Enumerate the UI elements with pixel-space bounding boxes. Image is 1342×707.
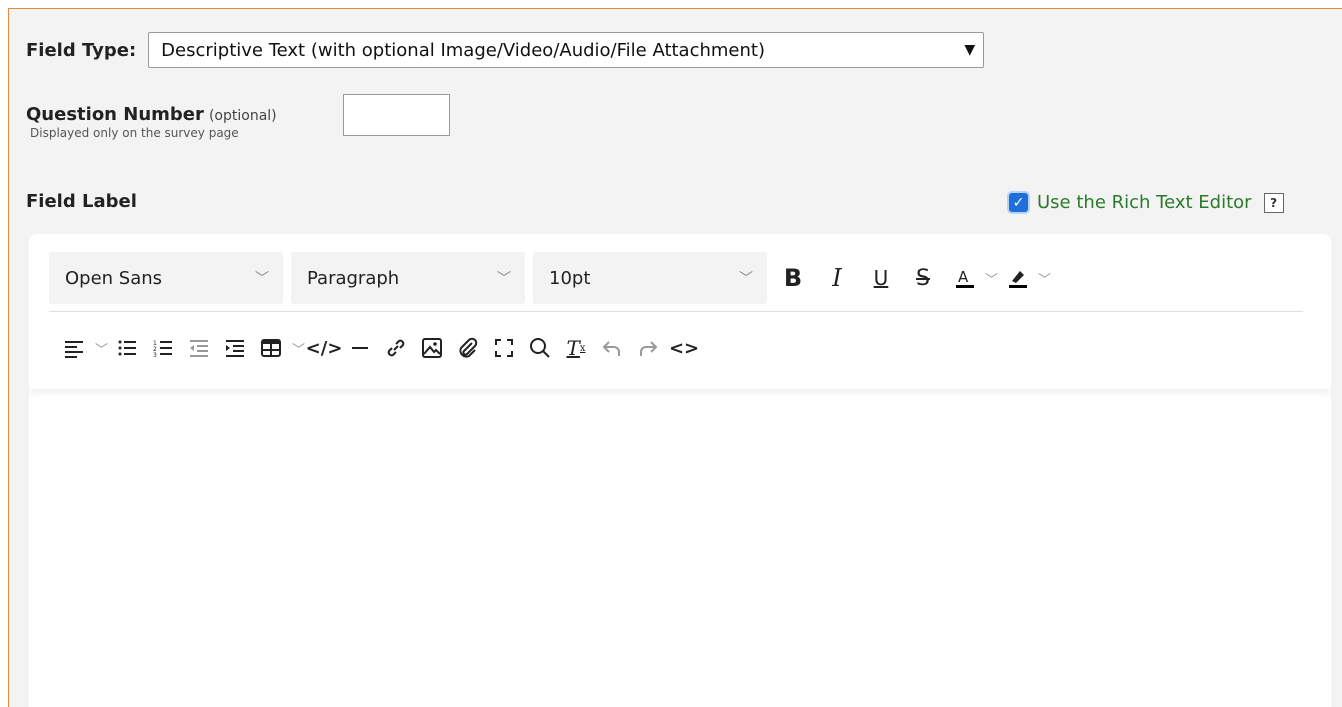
chevron-down-icon: ﹀ bbox=[497, 271, 511, 287]
block-format-dropdown[interactable]: Paragraph ﹀ bbox=[291, 252, 525, 304]
fullscreen-icon[interactable] bbox=[487, 330, 521, 366]
toolbar-row-1: Open Sans ﹀ Paragraph ﹀ 10pt ﹀ B I U S A bbox=[49, 252, 1053, 304]
svg-text:3: 3 bbox=[153, 352, 157, 359]
field-editor-dialog: Field Type: Descriptive Text (with optio… bbox=[8, 8, 1342, 707]
table-icon[interactable] bbox=[254, 330, 288, 366]
font-family-dropdown[interactable]: Open Sans ﹀ bbox=[49, 252, 283, 304]
redo-icon[interactable] bbox=[631, 330, 665, 366]
chevron-down-icon[interactable]: ﹀ bbox=[1038, 269, 1051, 288]
help-icon[interactable]: ? bbox=[1263, 192, 1284, 213]
bold-icon[interactable]: B bbox=[775, 260, 811, 296]
font-size-value: 10pt bbox=[549, 267, 591, 289]
question-number-sublabel: Displayed only on the survey page bbox=[30, 126, 239, 140]
field-label-heading: Field Label bbox=[26, 191, 137, 212]
numbered-list-icon[interactable]: 123 bbox=[146, 330, 180, 366]
question-number-label: Question Number bbox=[26, 104, 204, 125]
font-size-dropdown[interactable]: 10pt ﹀ bbox=[533, 252, 767, 304]
chevron-down-icon[interactable]: ﹀ bbox=[985, 269, 998, 288]
question-number-label-group: Question Number (optional) Displayed onl… bbox=[26, 104, 277, 140]
svg-text:A: A bbox=[958, 268, 969, 286]
question-number-optional: (optional) bbox=[208, 108, 277, 124]
italic-icon[interactable]: I bbox=[819, 260, 855, 296]
attachment-icon[interactable] bbox=[451, 330, 485, 366]
font-family-value: Open Sans bbox=[65, 267, 163, 289]
text-color-icon[interactable]: A bbox=[947, 260, 983, 296]
field-type-label: Field Type: bbox=[26, 39, 137, 61]
block-format-value: Paragraph bbox=[307, 267, 400, 289]
bullet-list-icon[interactable] bbox=[110, 330, 144, 366]
chevron-down-icon: ▼ bbox=[964, 42, 976, 58]
highlight-icon[interactable] bbox=[1000, 260, 1036, 296]
rich-text-label[interactable]: Use the Rich Text Editor bbox=[1037, 192, 1252, 213]
search-icon[interactable] bbox=[523, 330, 557, 366]
align-icon[interactable] bbox=[57, 330, 91, 366]
rich-text-checkbox[interactable]: ✓ bbox=[1009, 193, 1028, 212]
field-type-row: Field Type: Descriptive Text (with optio… bbox=[26, 32, 985, 68]
field-type-select[interactable]: Descriptive Text (with optional Image/Vi… bbox=[148, 32, 985, 68]
underline-icon[interactable]: U bbox=[863, 260, 899, 296]
image-icon[interactable] bbox=[415, 330, 449, 366]
rich-text-toggle: ✓ Use the Rich Text Editor ? bbox=[1009, 192, 1284, 213]
horizontal-rule-icon[interactable] bbox=[343, 330, 377, 366]
rich-text-editor: Open Sans ﹀ Paragraph ﹀ 10pt ﹀ B I U S A bbox=[29, 234, 1331, 707]
link-icon[interactable] bbox=[379, 330, 413, 366]
chevron-down-icon: ﹀ bbox=[739, 271, 753, 287]
undo-icon[interactable] bbox=[595, 330, 629, 366]
toolbar-row-2: ﹀ 123 ﹀ </> T x <> bbox=[57, 330, 703, 366]
code-icon[interactable]: </> bbox=[306, 330, 343, 366]
source-code-icon[interactable]: <> bbox=[667, 330, 701, 366]
clear-format-icon[interactable]: Tx bbox=[559, 330, 593, 366]
toolbar-divider bbox=[49, 311, 1303, 312]
question-number-input[interactable] bbox=[343, 94, 450, 136]
chevron-down-icon[interactable]: ﹀ bbox=[292, 339, 305, 358]
chevron-down-icon[interactable]: ﹀ bbox=[95, 339, 108, 358]
strikethrough-icon[interactable]: S bbox=[905, 260, 941, 296]
field-type-value: Descriptive Text (with optional Image/Vi… bbox=[161, 39, 765, 61]
chevron-down-icon: ﹀ bbox=[255, 271, 269, 287]
outdent-icon[interactable] bbox=[182, 330, 216, 366]
editor-content-area[interactable] bbox=[29, 389, 1331, 707]
editor-toolbar: Open Sans ﹀ Paragraph ﹀ 10pt ﹀ B I U S A bbox=[29, 234, 1331, 389]
indent-icon[interactable] bbox=[218, 330, 252, 366]
